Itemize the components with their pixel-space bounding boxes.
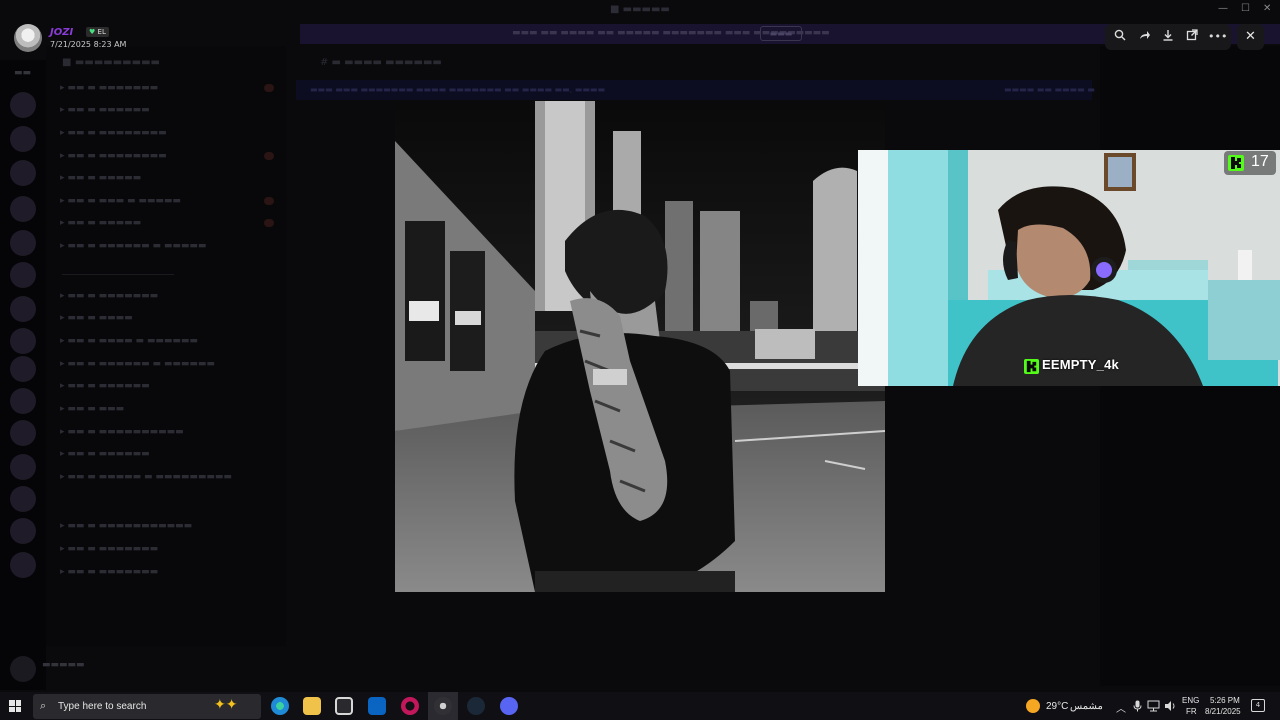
server-list-label-dimmed: ▬▬ xyxy=(14,68,32,78)
steam-icon[interactable] xyxy=(467,697,485,715)
unread-badge xyxy=(264,84,274,92)
outlook-icon[interactable] xyxy=(368,697,386,715)
uploader-avatar[interactable] xyxy=(14,24,42,52)
discord-icon[interactable] xyxy=(500,697,518,715)
input-language-primary[interactable]: ENG xyxy=(1182,696,1199,705)
notification-center-icon[interactable]: 4 xyxy=(1251,699,1265,712)
clock-time[interactable]: 5:26 PM xyxy=(1210,696,1240,705)
input-language-secondary[interactable]: FR xyxy=(1186,707,1197,716)
server-icon xyxy=(10,388,36,414)
server-icon xyxy=(10,160,36,186)
streamer-name: EEMPTY_4k xyxy=(1042,357,1119,372)
channel-item-dimmed: ▸ ▬▬ ▬ ▬▬▬▬▬ xyxy=(60,218,142,228)
channel-item-dimmed: ▸ ▬▬ ▬ ▬▬▬▬▬▬▬▬ xyxy=(60,151,167,161)
server-icon xyxy=(10,518,36,544)
obs-studio-icon[interactable] xyxy=(434,697,452,715)
weather-temperature[interactable]: 29°C xyxy=(1046,701,1068,712)
channel-item-dimmed: ▸ ▬▬ ▬ ▬▬▬▬▬▬▬▬▬▬ xyxy=(60,427,184,437)
channel-item-dimmed: ▸ ▬▬ ▬ ▬▬▬▬▬▬▬▬ xyxy=(60,128,167,138)
tray-overflow-icon[interactable]: ︿ xyxy=(1116,700,1126,715)
self-avatar-dimmed xyxy=(10,656,36,682)
viewer-count: 17 xyxy=(1251,153,1269,170)
upload-timestamp: 7/21/2025 8:23 AM xyxy=(50,40,127,49)
channel-item-dimmed: ▸ ▬▬ ▬ ▬▬▬▬▬▬▬ xyxy=(60,83,159,93)
server-icon xyxy=(10,126,36,152)
close-viewer-button[interactable]: ✕ xyxy=(1237,24,1264,50)
window-close-icon[interactable]: ✕ xyxy=(1263,3,1271,14)
channel-item-dimmed: ▸ ▬▬ ▬ ▬▬▬▬▬▬▬▬▬▬▬ xyxy=(60,521,193,531)
pinned-text-dimmed: ▬▬▬ ▬▬▬ ▬▬▬▬▬▬▬ ▬▬▬▬ ▬▬▬▬▬▬▬ ▬▬ ▬▬▬▬ ▬▬,… xyxy=(310,85,605,94)
channel-divider xyxy=(62,274,174,275)
opera-gx-icon[interactable] xyxy=(401,697,419,715)
copilot-sparkle-icon[interactable]: ✦✦ xyxy=(214,697,237,713)
channel-item-dimmed: ▸ ▬▬ ▬ ▬▬▬▬▬▬ ▬ ▬▬▬▬▬▬ xyxy=(60,359,215,369)
zoom-icon[interactable] xyxy=(1112,29,1128,45)
taskbar-search-input[interactable]: Type here to search xyxy=(58,701,146,712)
pinned-button-dimmed: ▬▬▬▬ ▬▬ ▬▬▬▬ ▬ xyxy=(1004,85,1095,94)
server-icon xyxy=(10,552,36,578)
unread-badge xyxy=(264,152,274,160)
maximize-icon[interactable]: ☐ xyxy=(1241,3,1250,14)
server-icon xyxy=(10,420,36,446)
weather-description[interactable]: مشمس xyxy=(1070,701,1103,712)
volume-icon[interactable] xyxy=(1164,700,1177,715)
channel-item-dimmed: ▸ ▬▬ ▬ ▬▬▬▬▬ xyxy=(60,173,142,183)
self-username-dimmed: ▬▬▬▬▬ xyxy=(42,660,85,670)
minimize-icon[interactable]: — xyxy=(1218,3,1228,14)
server-icon xyxy=(10,196,36,222)
channel-item-dimmed: ▸ ▬▬ ▬ ▬▬▬ ▬ ▬▬▬▬▬ xyxy=(60,196,181,206)
screen: ■ ▬▬▬▬▬ — ☐ ✕ ▬▬▬ ▬▬ ▬▬▬▬ ▬▬ ▬▬▬▬▬ ▬▬▬▬▬… xyxy=(0,0,1280,720)
channel-item-dimmed: ▸ ▬▬ ▬ ▬▬▬▬▬▬▬ xyxy=(60,544,159,554)
unread-badge xyxy=(264,197,274,205)
uploader-tag-badge: ♥ EL xyxy=(86,27,109,37)
channel-item-dimmed: ▸ ▬▬ ▬ ▬▬▬▬ ▬ ▬▬▬▬▬▬ xyxy=(60,336,198,346)
kick-logo-icon xyxy=(1024,359,1039,374)
open-external-icon[interactable] xyxy=(1184,29,1200,45)
server-icon xyxy=(10,454,36,480)
search-icon: ⌕ xyxy=(40,699,47,712)
server-icon xyxy=(10,296,36,322)
channel-item-dimmed: ▸ ▬▬ ▬ ▬▬▬▬▬▬ xyxy=(60,449,150,459)
server-icon xyxy=(10,328,36,354)
server-name-dimmed: ■ ▬▬▬▬▬▬▬▬▬ xyxy=(62,57,160,68)
channel-item-dimmed: ▸ ▬▬ ▬ ▬▬▬▬▬▬ ▬ ▬▬▬▬▬ xyxy=(60,241,207,251)
server-icon xyxy=(10,92,36,118)
server-icon xyxy=(10,486,36,512)
server-icon xyxy=(10,230,36,256)
more-options-icon[interactable]: ••• xyxy=(1208,29,1227,45)
channel-item-dimmed: ▸ ▬▬ ▬ ▬▬▬▬▬▬ xyxy=(60,105,150,115)
webcam-overlay xyxy=(858,150,1280,386)
microsoft-store-icon[interactable] xyxy=(335,697,353,715)
server-icon xyxy=(10,356,36,382)
channel-item-dimmed: ▸ ▬▬ ▬ ▬▬▬▬ xyxy=(60,313,133,323)
tag-label: EL xyxy=(97,28,106,36)
uploader-username[interactable]: JOZI xyxy=(50,27,73,38)
notice-banner-button-dimmed: ▬▬▬ xyxy=(760,26,802,41)
channel-item-dimmed: ▸ ▬▬ ▬ ▬▬▬▬▬ ▬ ▬▬▬▬▬▬▬▬▬ xyxy=(60,472,232,482)
network-icon[interactable] xyxy=(1147,700,1160,715)
clock-date[interactable]: 8/21/2025 xyxy=(1205,707,1241,716)
window-title-dimmed: ■ ▬▬▬▬▬ xyxy=(610,4,670,15)
channel-item-dimmed: ▸ ▬▬ ▬ ▬▬▬▬▬▬▬ xyxy=(60,567,159,577)
channel-item-dimmed: ▸ ▬▬ ▬ ▬▬▬▬▬▬▬ xyxy=(60,291,159,301)
microphone-icon[interactable] xyxy=(1133,700,1142,715)
forward-icon[interactable] xyxy=(1137,29,1153,45)
edge-browser-icon[interactable] xyxy=(271,697,289,715)
windows-start-icon[interactable] xyxy=(9,700,21,712)
unread-badge xyxy=(264,219,274,227)
weather-sun-icon[interactable] xyxy=(1026,699,1040,713)
viewed-image[interactable] xyxy=(395,101,885,592)
file-explorer-icon[interactable] xyxy=(303,697,321,715)
download-icon[interactable] xyxy=(1160,29,1176,45)
chat-header-dimmed: # ▬ ▬▬▬▬ ▬▬▬▬▬▬ xyxy=(320,57,442,68)
server-icon xyxy=(10,262,36,288)
kick-logo-icon xyxy=(1228,155,1244,171)
channel-item-dimmed: ▸ ▬▬ ▬ ▬▬▬▬▬▬ xyxy=(60,381,150,391)
channel-item-dimmed: ▸ ▬▬ ▬ ▬▬▬ xyxy=(60,404,125,414)
heart-icon: ♥ xyxy=(89,28,96,36)
